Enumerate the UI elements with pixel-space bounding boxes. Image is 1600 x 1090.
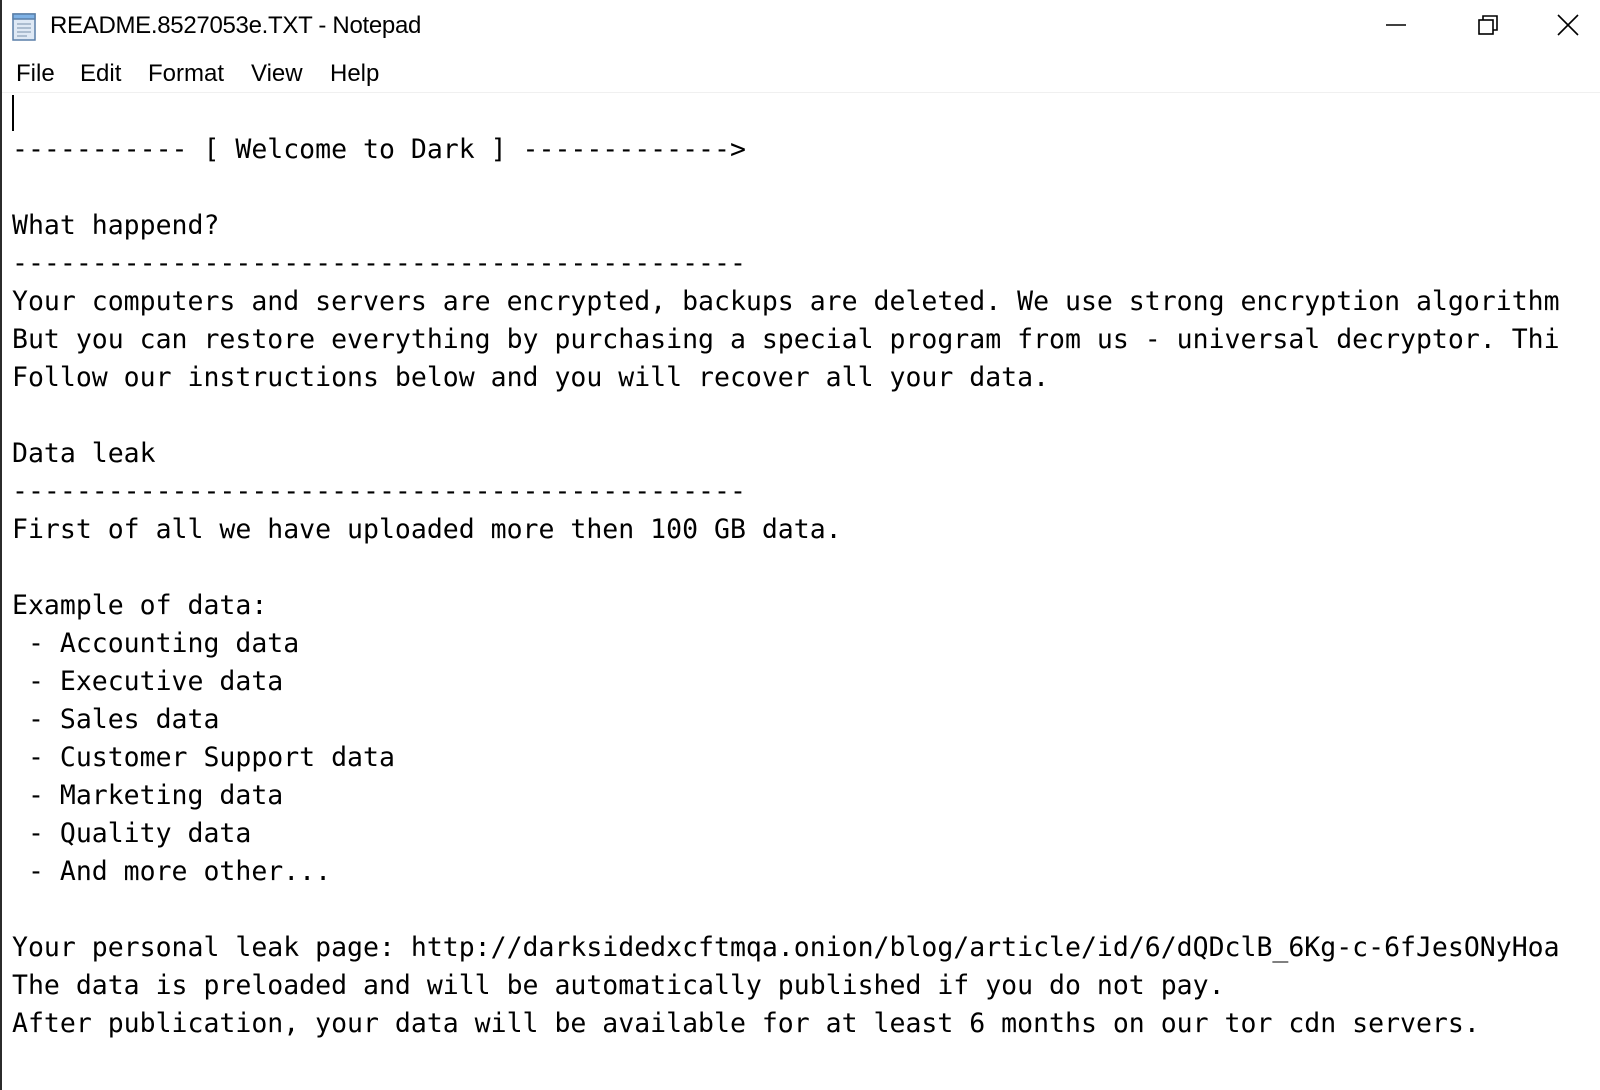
minimize-icon — [1385, 14, 1407, 41]
text-line: ----------------------------------------… — [12, 248, 746, 279]
notepad-icon — [10, 10, 38, 42]
text-line: After publication, your data will be ava… — [12, 1008, 1480, 1039]
text-line: - Sales data — [12, 704, 220, 735]
menu-file[interactable]: File — [16, 58, 55, 90]
text-line: - Executive data — [12, 666, 284, 697]
text-line: Follow our instructions below and you wi… — [12, 362, 1050, 393]
title-bar[interactable]: README.8527053e.TXT - Notepad — [2, 0, 1600, 54]
text-line: The data is preloaded and will be automa… — [12, 970, 1225, 1001]
text-line: Example of data: — [12, 590, 268, 621]
menu-edit[interactable]: Edit — [80, 58, 121, 90]
close-icon — [1556, 13, 1580, 42]
menu-bar: File Edit Format View Help — [2, 54, 1600, 93]
notepad-window: README.8527053e.TXT - Notepad File Edit … — [0, 0, 1600, 1090]
text-line: - Accounting data — [12, 628, 300, 659]
text-line: - Marketing data — [12, 780, 284, 811]
text-line: First of all we have uploaded more then … — [12, 514, 842, 545]
text-line: ----------------------------------------… — [12, 476, 746, 507]
restore-button[interactable] — [1442, 0, 1534, 54]
text-line: Data leak — [12, 438, 156, 469]
window-title: README.8527053e.TXT - Notepad — [50, 12, 422, 39]
close-button[interactable] — [1534, 0, 1600, 54]
text-caret — [12, 95, 14, 131]
menu-format[interactable]: Format — [148, 58, 224, 90]
restore-icon — [1477, 14, 1499, 41]
menu-view[interactable]: View — [251, 58, 303, 90]
text-editor[interactable]: ----------- [ Welcome to Dark ] --------… — [12, 93, 1600, 1090]
menu-help[interactable]: Help — [330, 58, 379, 90]
text-line: Your personal leak page: http://darkside… — [12, 932, 1560, 963]
text-line: What happend? — [12, 210, 220, 241]
text-line: - Customer Support data — [12, 742, 395, 773]
text-line: - And more other... — [12, 856, 332, 887]
text-line: But you can restore everything by purcha… — [12, 324, 1560, 355]
minimize-button[interactable] — [1350, 0, 1442, 54]
text-line: - Quality data — [12, 818, 252, 849]
text-line: ----------- [ Welcome to Dark ] --------… — [12, 134, 746, 165]
text-line: Your computers and servers are encrypted… — [12, 286, 1560, 317]
